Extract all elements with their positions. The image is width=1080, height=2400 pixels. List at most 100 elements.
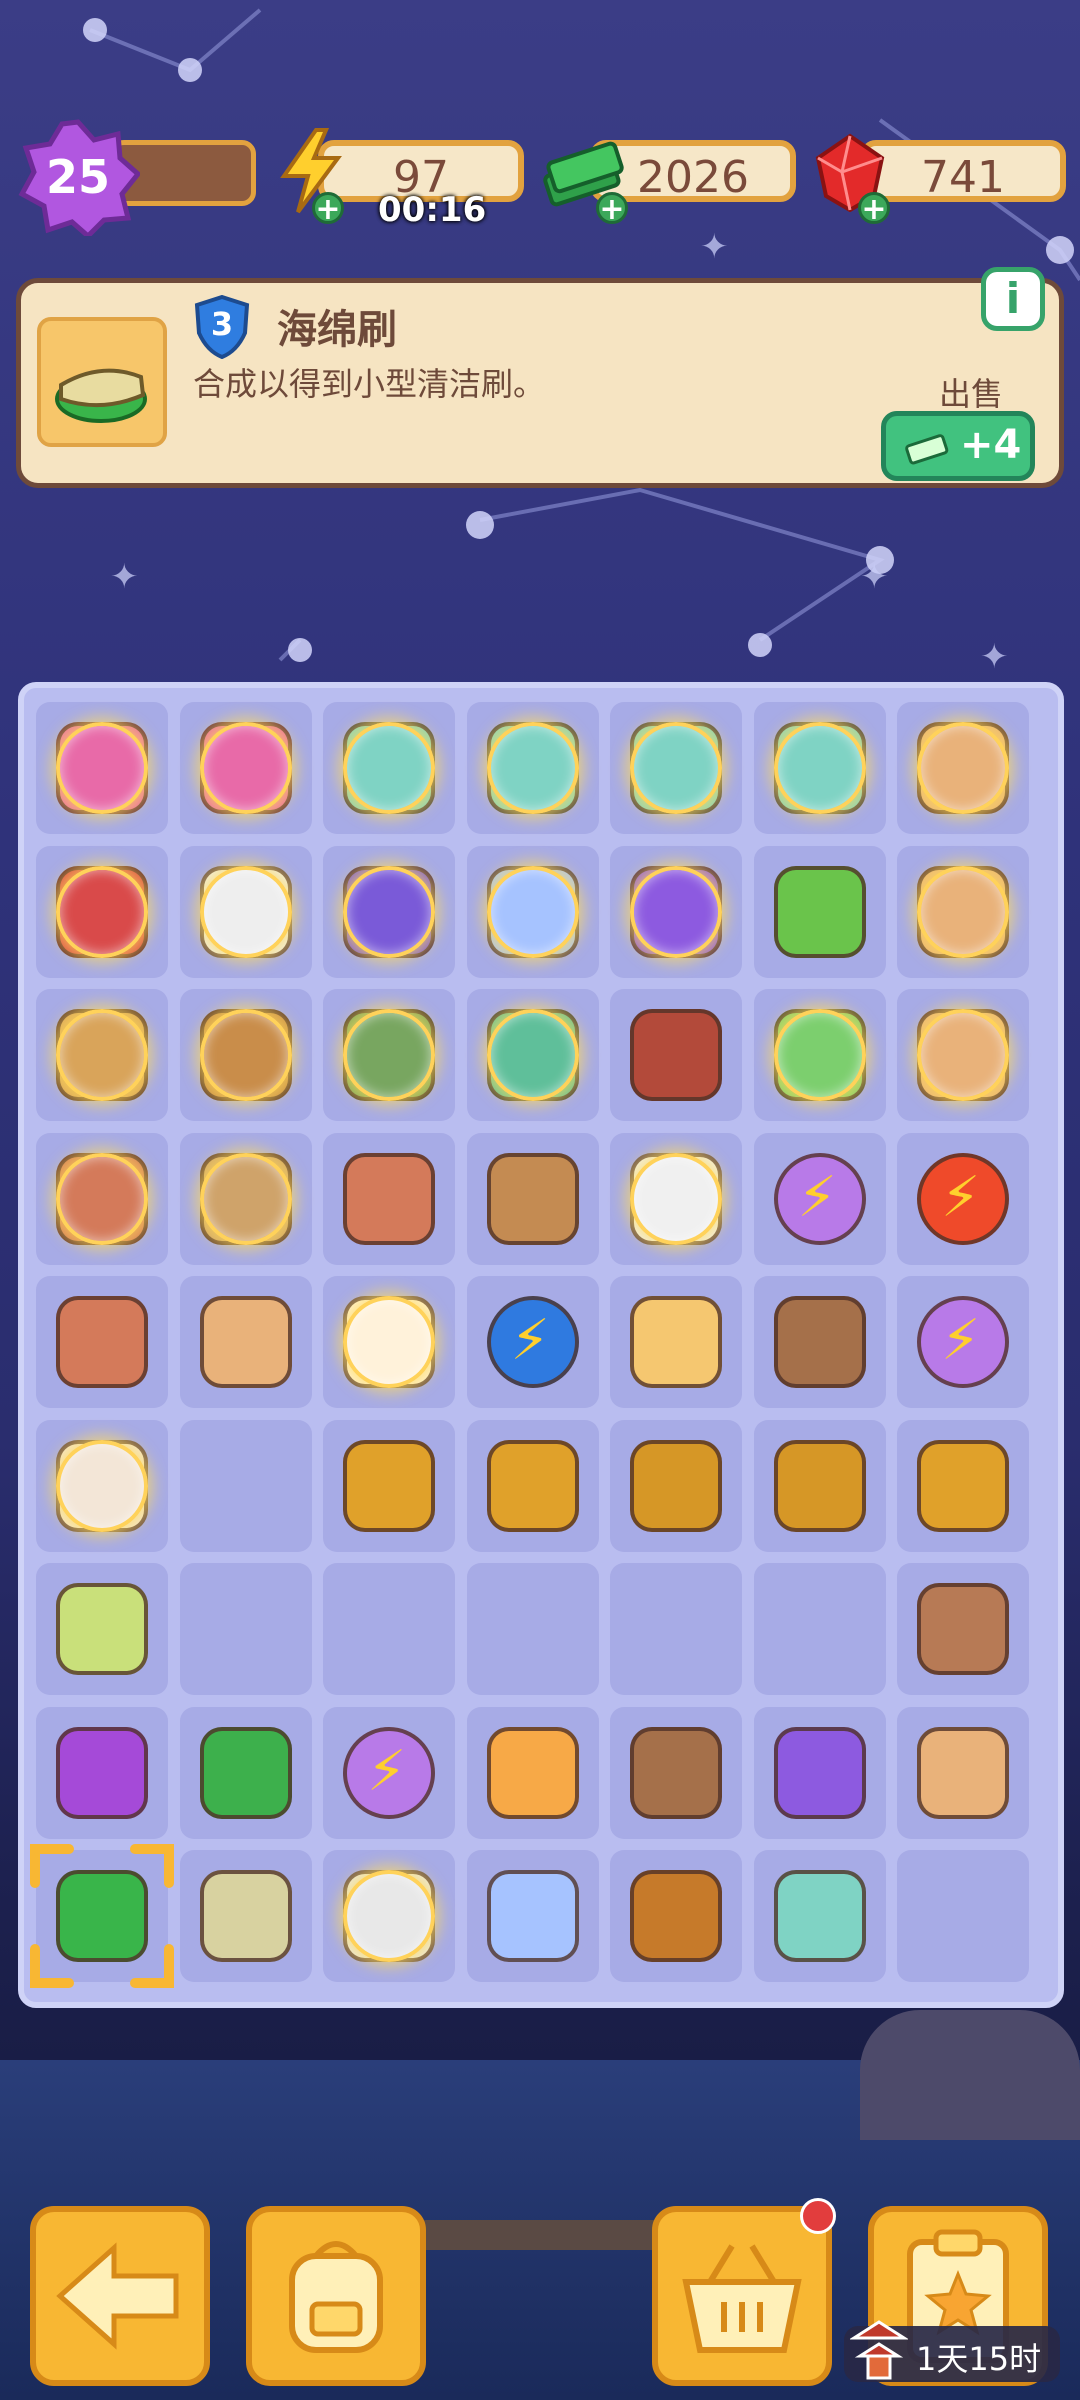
board-cell[interactable] (323, 1563, 455, 1695)
board-cell[interactable] (753, 1850, 886, 1982)
cash-plus-icon[interactable]: + (596, 192, 628, 225)
board-cell[interactable] (753, 1419, 886, 1552)
board-cell[interactable] (466, 1563, 599, 1695)
board-cell[interactable] (466, 702, 599, 834)
sparkle-glow (486, 865, 579, 958)
sparkle-glow (917, 865, 1009, 958)
board-cell[interactable]: ⚡ (897, 1132, 1029, 1265)
board-cell[interactable] (466, 845, 599, 978)
golden-cup-icon (630, 1439, 722, 1532)
lightning-icon: ⚡ (941, 1308, 981, 1373)
board-cell[interactable] (36, 989, 168, 1121)
board-cell[interactable]: ⚡ (753, 1132, 886, 1265)
board-cell[interactable] (36, 1276, 168, 1408)
board-cell[interactable] (897, 1419, 1029, 1552)
brown-bucket-icon (773, 1296, 866, 1388)
board-cell[interactable] (179, 1419, 312, 1552)
board-cell[interactable] (179, 989, 312, 1121)
sparkle-glow (773, 1009, 866, 1101)
board-cell[interactable] (897, 1563, 1029, 1695)
board-cell[interactable] (323, 1132, 455, 1265)
cash-icon (905, 434, 949, 465)
sell-button[interactable]: +4 (881, 411, 1035, 481)
board-cell[interactable] (179, 1706, 312, 1839)
board-cell[interactable] (466, 989, 599, 1121)
sell-value: +4 (960, 422, 1022, 468)
board-cell[interactable] (36, 845, 168, 978)
winged-trophy-icon (486, 1439, 579, 1532)
board-cell[interactable] (610, 1563, 742, 1695)
trophy-figure-icon (343, 1439, 435, 1532)
board-cell[interactable] (36, 1132, 168, 1265)
level-badge[interactable]: 25 (16, 118, 142, 240)
backpack-button[interactable] (246, 2206, 426, 2386)
board-cell[interactable] (610, 1850, 742, 1982)
energy-orb-purple-2-icon: ⚡ (917, 1296, 1009, 1388)
board-cell[interactable] (753, 989, 886, 1121)
board-cell[interactable] (36, 1706, 168, 1839)
board-cell[interactable] (466, 1419, 599, 1552)
yellow-bucket-icon (630, 1726, 722, 1819)
board-cell[interactable] (897, 702, 1029, 834)
rank-shield: 3 (193, 294, 251, 360)
board-cell[interactable] (179, 702, 312, 834)
board-cell[interactable] (323, 1850, 455, 1982)
board-cell[interactable] (179, 1276, 312, 1408)
board-cell[interactable] (753, 1276, 886, 1408)
info-button[interactable]: i (981, 267, 1045, 331)
board-cell[interactable] (36, 1563, 168, 1695)
board-cell[interactable] (897, 989, 1029, 1121)
sparkle-glow (343, 722, 435, 814)
energy-orb-purple-3-icon: ⚡ (343, 1726, 435, 1819)
board-cell[interactable] (610, 1132, 742, 1265)
board-cell[interactable] (753, 1706, 886, 1839)
board-cell[interactable] (466, 1850, 599, 1982)
board-cell[interactable] (897, 845, 1029, 978)
telescope-icon (630, 1870, 722, 1962)
gems-plus-icon[interactable]: + (858, 192, 890, 225)
board-cell[interactable] (610, 702, 742, 834)
sparkle-glow (773, 722, 866, 814)
board-cell[interactable] (897, 1706, 1029, 1839)
shop-basket-button[interactable] (652, 2198, 836, 2386)
board-cell[interactable] (179, 1132, 312, 1265)
board-cell[interactable] (753, 702, 886, 834)
board-cell[interactable] (36, 1419, 168, 1552)
level-number: 25 (45, 150, 110, 204)
board-cell[interactable] (610, 1276, 742, 1408)
board-cell[interactable] (323, 702, 455, 834)
gems-counter[interactable]: 741 (860, 140, 1066, 203)
board-cell[interactable] (36, 702, 168, 834)
hourglass-tile-icon (486, 1726, 579, 1819)
event-timer-text: 1天15时 (916, 2340, 1042, 2378)
board-cell[interactable] (323, 1276, 455, 1408)
board-cell[interactable] (753, 845, 886, 978)
board-cell[interactable] (323, 845, 455, 978)
board-cell[interactable] (323, 989, 455, 1121)
board-cell[interactable] (610, 1706, 742, 1839)
board-cell[interactable]: ⚡ (466, 1276, 599, 1408)
board-cell[interactable]: ⚡ (323, 1706, 455, 1839)
energy-orb-blue-icon: ⚡ (486, 1296, 579, 1388)
board-cell[interactable] (610, 845, 742, 978)
board-cell[interactable] (466, 1132, 599, 1265)
board-cell[interactable] (179, 845, 312, 978)
board-cell[interactable] (179, 1850, 312, 1982)
arrow-left-icon (56, 2242, 179, 2350)
sparkle-glow (486, 722, 579, 814)
board-cell[interactable]: ⚡ (897, 1276, 1029, 1408)
sparkle-glow (199, 1009, 292, 1101)
board-cell[interactable] (897, 1850, 1029, 1982)
board-cell[interactable] (753, 1563, 886, 1695)
red-box-icon (56, 1296, 148, 1388)
energy-plus-icon[interactable]: + (312, 192, 344, 225)
board-cell[interactable] (179, 1563, 312, 1695)
board-cell[interactable] (323, 1419, 455, 1552)
notification-dot (800, 2198, 836, 2234)
board-cell[interactable] (610, 1419, 742, 1552)
back-button[interactable] (30, 2206, 210, 2386)
sponge-brush-icon (55, 368, 147, 423)
board-cell[interactable] (610, 989, 742, 1121)
board-cell[interactable] (30, 1844, 174, 1988)
board-cell[interactable] (466, 1706, 599, 1839)
